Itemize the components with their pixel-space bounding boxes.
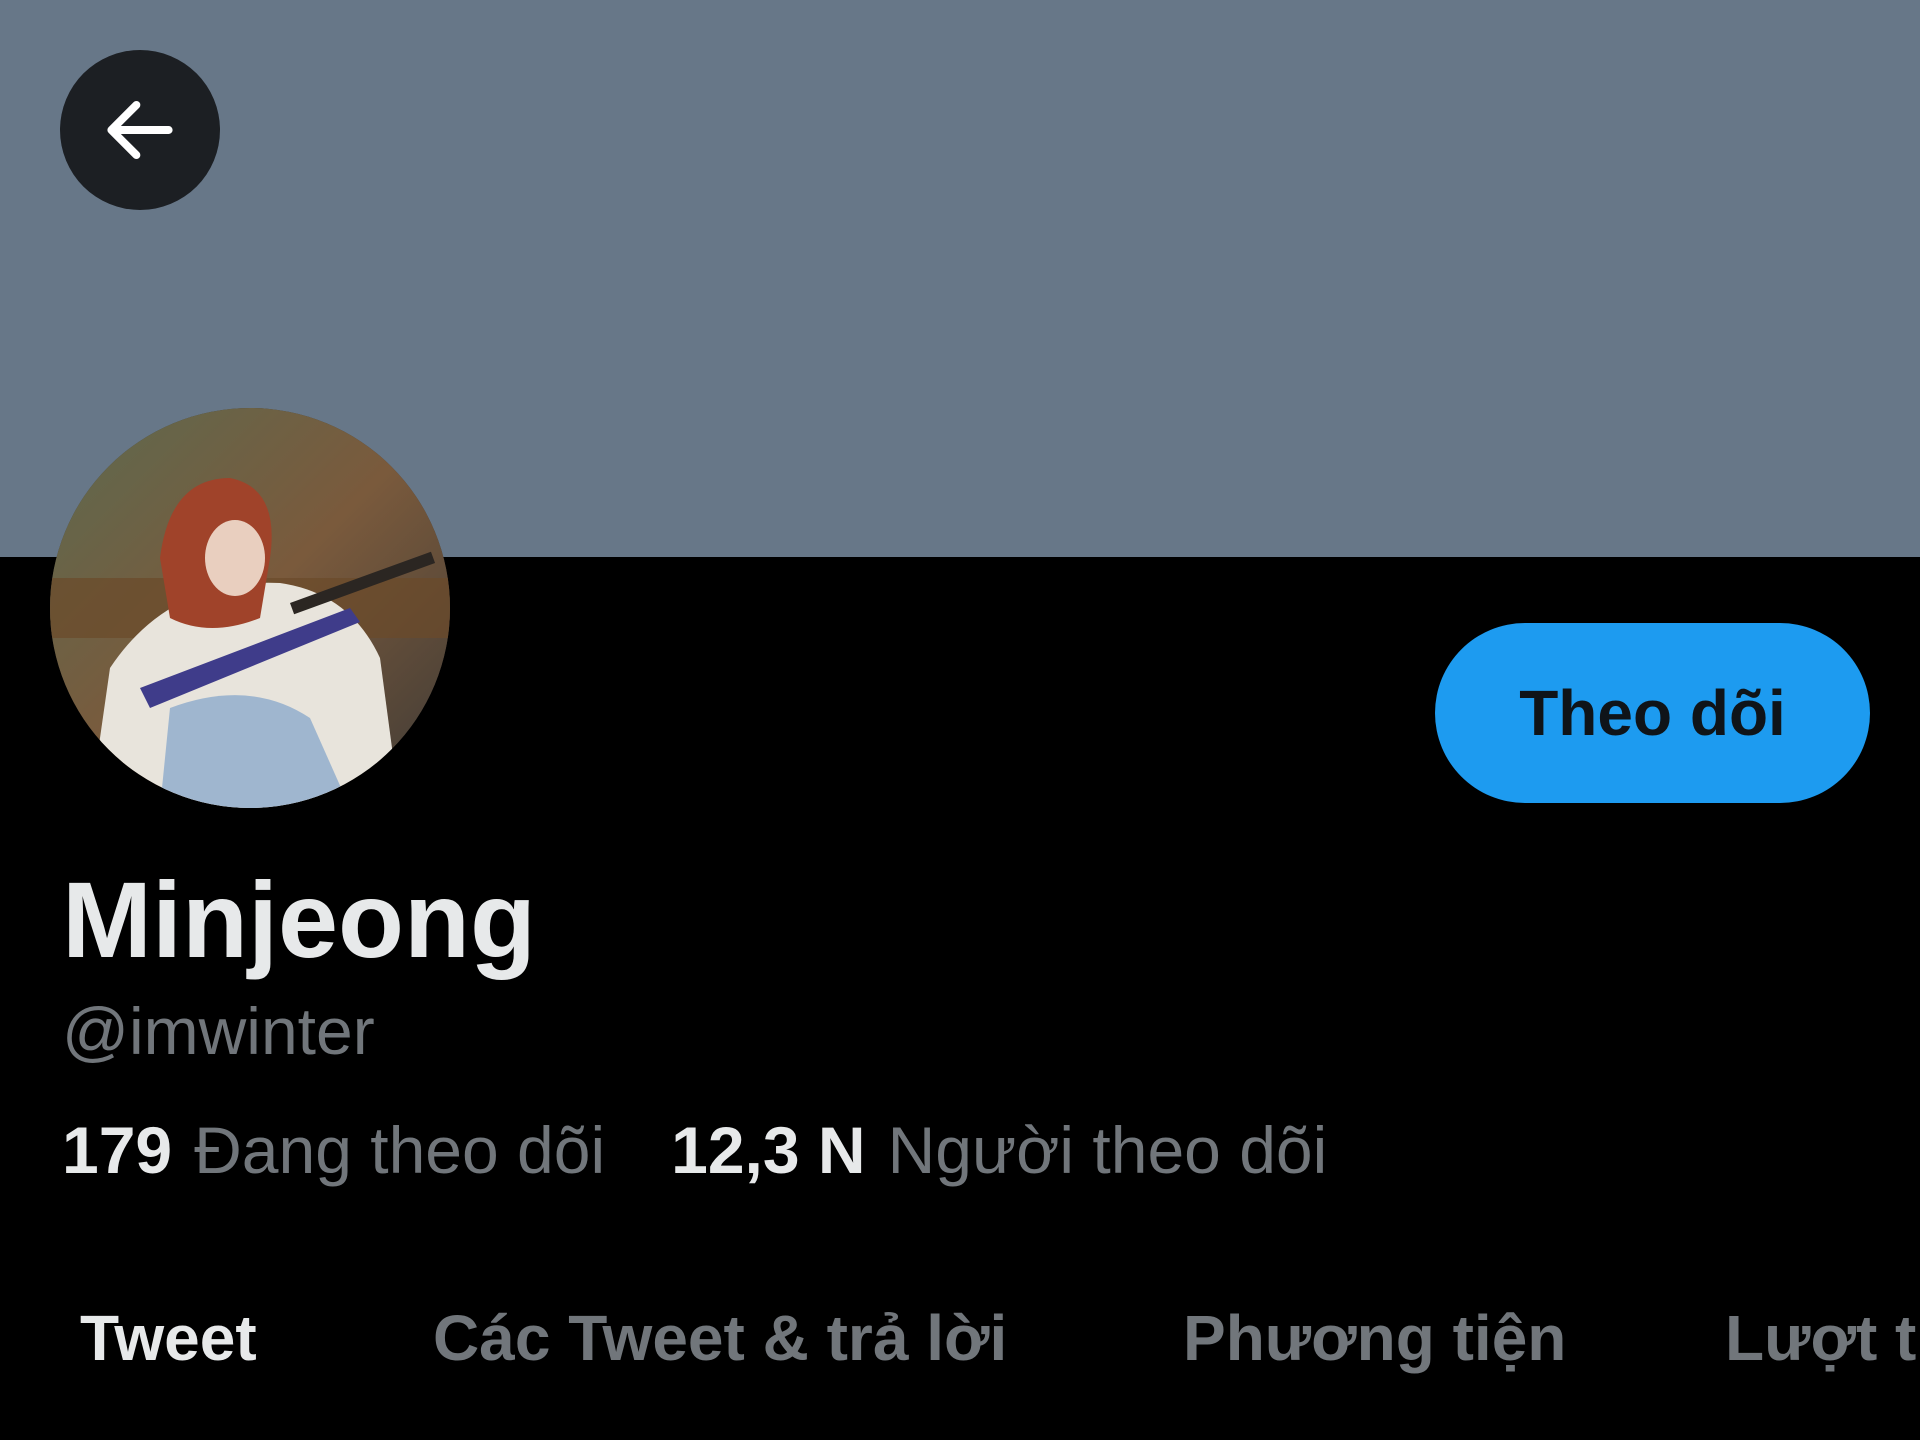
following-count: 179 (62, 1113, 173, 1187)
follow-stats: 179 Đang theo dõi 12,3 N Người theo dõi (62, 1112, 1327, 1188)
profile-page: Theo dõi Minjeong @imwinter 179 Đang the… (0, 0, 1920, 1440)
tab-likes[interactable]: Lượt th (1725, 1300, 1920, 1376)
followers-link[interactable]: 12,3 N Người theo dõi (671, 1112, 1327, 1188)
followers-label: Người theo dõi (887, 1113, 1328, 1187)
tab-tweets[interactable]: Tweet (80, 1300, 257, 1376)
arrow-left-icon (107, 100, 173, 160)
follow-button[interactable]: Theo dõi (1435, 623, 1870, 803)
avatar-photo (50, 408, 450, 808)
username-handle: @imwinter (62, 994, 375, 1068)
followers-count: 12,3 N (671, 1113, 866, 1187)
tab-media[interactable]: Phương tiện (1183, 1300, 1566, 1376)
display-name: Minjeong (62, 859, 536, 980)
tab-tweets-and-replies[interactable]: Các Tweet & trả lời (433, 1300, 1007, 1376)
back-button[interactable] (60, 50, 220, 210)
profile-tabs: Tweet Các Tweet & trả lời Phương tiện Lư… (0, 1300, 1920, 1440)
avatar[interactable] (50, 408, 450, 808)
following-label: Đang theo dõi (194, 1113, 606, 1187)
following-link[interactable]: 179 Đang theo dõi (62, 1112, 605, 1188)
